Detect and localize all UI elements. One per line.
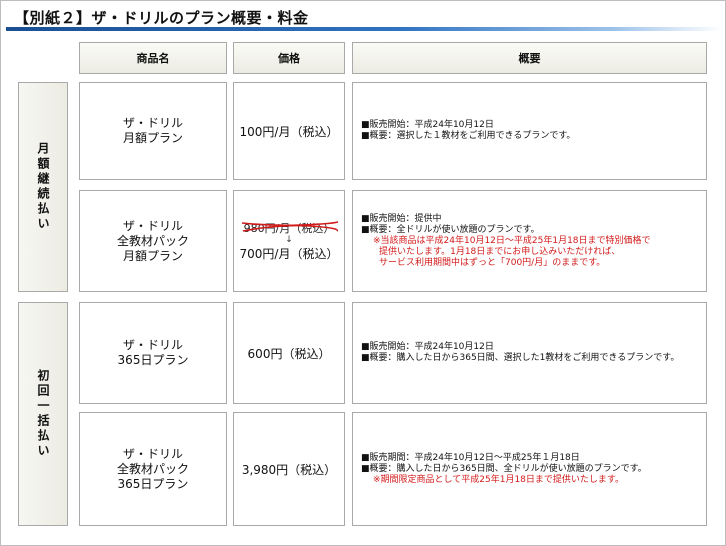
row3-price: 600円（税込）: [233, 302, 345, 404]
header-overview: 概要: [352, 42, 707, 74]
row4-desc-line2: ■概要：購入した日から365日間、全ドリルが使い放題のプランです。: [361, 463, 647, 474]
row2-name-line2: 全教材パック: [116, 233, 189, 248]
row3-desc-line1: ■販売開始：平成24年10月12日: [361, 342, 494, 352]
row3-name-line1: ザ・ドリル: [122, 338, 183, 352]
row2-old-price: 980円/月（税込）: [241, 220, 338, 236]
group-onetime-label: 初回一括払い: [36, 369, 50, 459]
row4-desc-line1: ■販売期間：平成24年10月12日～平成25年１月18日: [361, 452, 580, 463]
row2-note-line1: ※当該商品は平成24年10月12日～平成25年1月18日まで特別価格で: [373, 235, 651, 246]
row4-note-line1: ※期間限定商品として平成25年1月18日まで提供いたします。: [373, 474, 625, 485]
row2-price-value: 700円/月（税込）: [239, 247, 339, 261]
row1-desc-line2: ■概要：選択した１教材をご利用できるプランです。: [361, 131, 576, 141]
row4-overview: ■販売期間：平成24年10月12日～平成25年１月18日 ■概要：購入した日から…: [352, 412, 707, 526]
row2-desc-line1: ■販売開始：提供中: [361, 213, 442, 224]
row1-price-value: 100円/月（税込）: [239, 124, 339, 139]
row1-name-line2: 月額プラン: [122, 131, 183, 145]
row1-product-name: ザ・ドリル 月額プラン: [79, 82, 227, 180]
row2-price: 980円/月（税込） ↓ 700円/月（税込）: [233, 190, 345, 292]
row4-product-name: ザ・ドリル 全教材パック 365日プラン: [79, 412, 227, 526]
row4-name-line1: ザ・ドリル: [122, 446, 183, 461]
header-product-name-label: 商品名: [136, 52, 170, 65]
row4-name-line3: 365日プラン: [117, 476, 189, 491]
group-monthly: 月額継続払い: [18, 82, 68, 292]
header-product-name: 商品名: [79, 42, 227, 74]
row3-overview: ■販売開始：平成24年10月12日 ■概要：購入した日から365日間、選択した1…: [352, 302, 707, 404]
header-overview-label: 概要: [518, 52, 541, 65]
row4-name-line2: 全教材パック: [116, 461, 189, 476]
row1-desc-line1: ■販売開始：平成24年10月12日: [361, 120, 494, 130]
row3-product-name: ザ・ドリル 365日プラン: [79, 302, 227, 404]
row2-overview: ■販売開始：提供中 ■概要：全ドリルが使い放題のプランです。 ※当該商品は平成2…: [352, 190, 707, 292]
row1-price: 100円/月（税込）: [233, 82, 345, 180]
row1-name-line1: ザ・ドリル: [122, 116, 183, 130]
group-monthly-label: 月額継続払い: [36, 142, 50, 232]
row4-price: 3,980円（税込）: [233, 412, 345, 526]
header-price-label: 価格: [278, 52, 300, 65]
group-onetime: 初回一括払い: [18, 302, 68, 526]
header-price: 価格: [233, 42, 345, 74]
strikethrough-mark: [241, 221, 338, 232]
page-title: 【別紙２】ザ・ドリルのプラン概要・料金: [14, 9, 309, 27]
row4-price-value: 3,980円（税込）: [241, 462, 337, 477]
row2-desc-line2: ■概要：全ドリルが使い放題のプランです。: [361, 224, 540, 235]
row2-name-line3: 月額プラン: [122, 248, 183, 263]
row2-note-line3: サービス利用期間中はずっと「700円/月」のままです。: [379, 257, 606, 268]
row3-desc-line2: ■概要：購入した日から365日間、選択した1教材をご利用できるプランです。: [361, 353, 680, 363]
row2-note-line2: 提供いたします。1月18日までにお申し込みいただければ、: [379, 246, 621, 257]
row2-name-line1: ザ・ドリル: [122, 218, 183, 233]
row3-price-value: 600円（税込）: [247, 346, 331, 361]
row1-overview: ■販売開始：平成24年10月12日 ■概要：選択した１教材をご利用できるプランで…: [352, 82, 707, 180]
row2-price-arrow: ↓: [285, 235, 293, 245]
row2-product-name: ザ・ドリル 全教材パック 月額プラン: [79, 190, 227, 292]
row3-name-line2: 365日プラン: [117, 353, 189, 367]
title-underline: [6, 27, 722, 31]
